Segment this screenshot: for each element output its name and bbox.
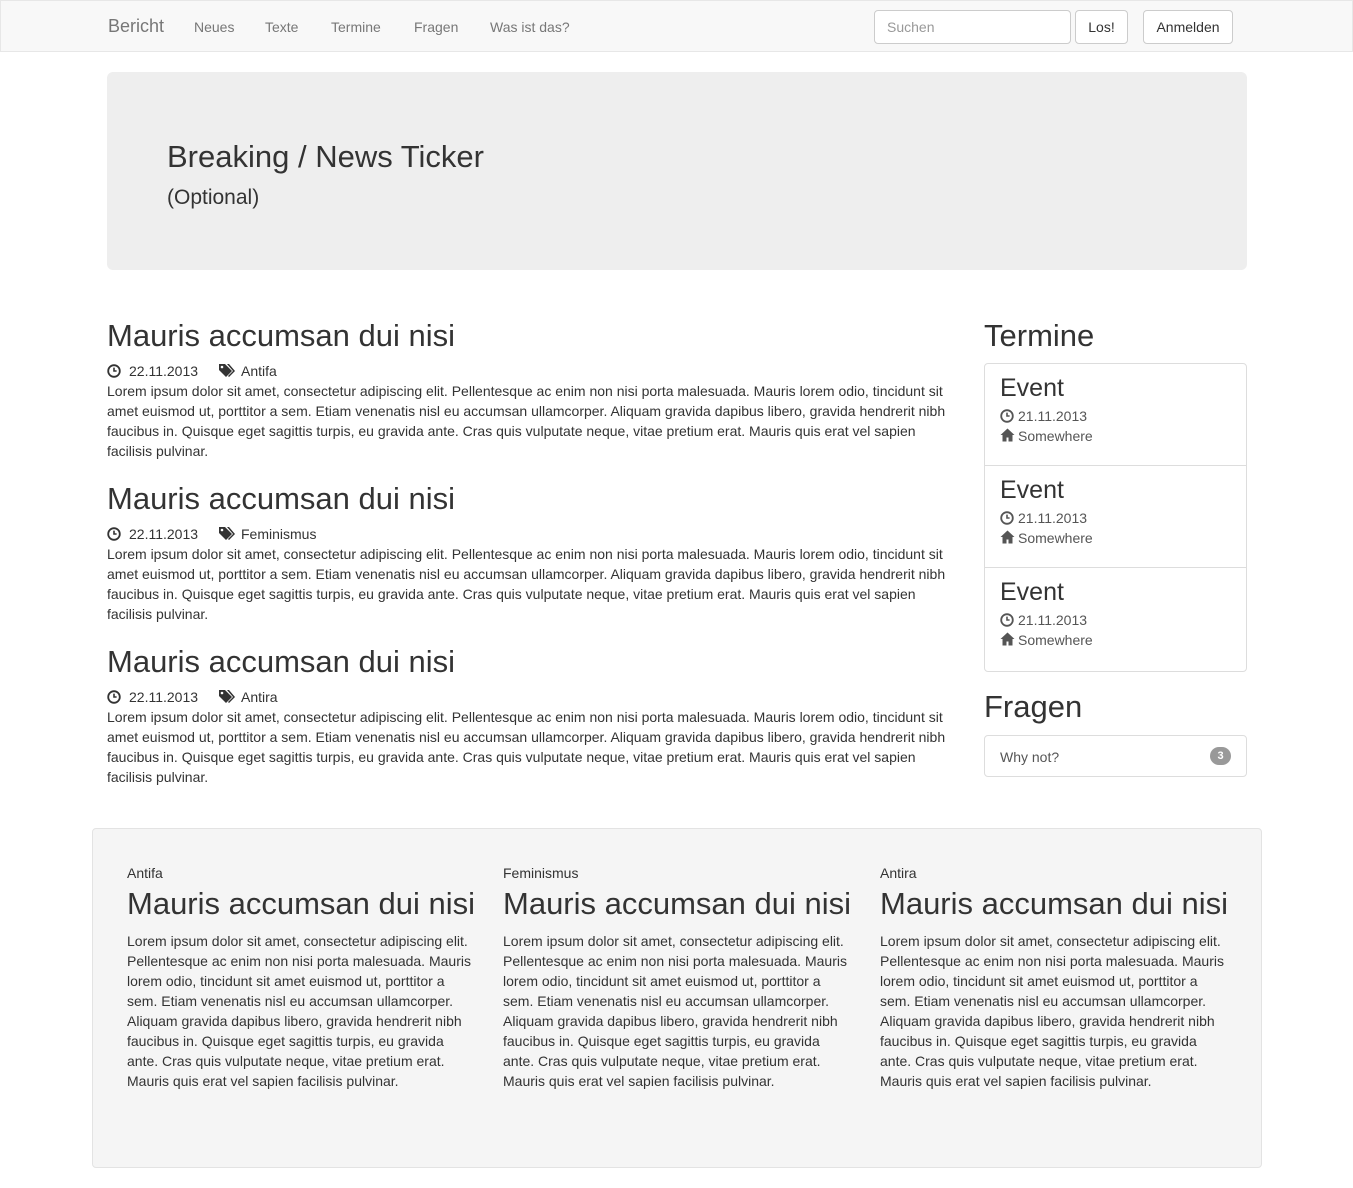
- nav-link-neues[interactable]: Neues: [194, 18, 234, 36]
- event-location: Somewhere: [1018, 632, 1093, 648]
- tags-icon: [219, 364, 235, 377]
- article-date: 22.11.2013: [129, 363, 199, 379]
- clock-icon: [1000, 613, 1014, 627]
- event-title: Event: [1000, 374, 1064, 402]
- home-icon: [1000, 428, 1015, 442]
- clock-icon: [1000, 409, 1014, 423]
- event-item[interactable]: Event 21.11.2013 Somewhere: [985, 568, 1246, 671]
- featured-body: Lorem ipsum dolor sit amet, consectetur …: [127, 933, 471, 1089]
- home-icon: [1000, 530, 1015, 544]
- featured-title[interactable]: Mauris accumsan dui nisi: [880, 885, 1228, 923]
- featured-category[interactable]: Feminismus: [503, 863, 578, 883]
- article-body: Lorem ipsum dolor sit amet, consectetur …: [107, 383, 946, 459]
- article-body: Lorem ipsum dolor sit amet, consectetur …: [107, 546, 946, 622]
- event-title: Event: [1000, 476, 1064, 504]
- article-body: Lorem ipsum dolor sit amet, consectetur …: [107, 709, 946, 785]
- question-item[interactable]: Why not? 3: [984, 735, 1247, 777]
- article-tag[interactable]: Feminismus: [241, 524, 316, 544]
- home-icon: [1000, 632, 1015, 646]
- event-location: Somewhere: [1018, 428, 1093, 444]
- brand-link[interactable]: Bericht: [108, 16, 164, 36]
- featured-title[interactable]: Mauris accumsan dui nisi: [127, 885, 475, 923]
- featured-body: Lorem ipsum dolor sit amet, consectetur …: [503, 933, 847, 1089]
- event-date: 21.11.2013: [1018, 510, 1088, 526]
- event-item[interactable]: Event 21.11.2013 Somewhere: [985, 466, 1246, 568]
- clock-icon: [1000, 511, 1014, 525]
- clock-icon: [107, 690, 121, 704]
- navbar: Bericht Neues Texte Termine Fragen Was i…: [0, 0, 1353, 52]
- article: Mauris accumsan dui nisi 22.11.2013 Femi…: [107, 481, 957, 624]
- tags-icon: [219, 527, 235, 540]
- event-item[interactable]: Event 21.11.2013 Somewhere: [985, 364, 1246, 466]
- article-date: 22.11.2013: [129, 689, 199, 705]
- article: Mauris accumsan dui nisi 22.11.2013 Anti…: [107, 318, 957, 461]
- article-tag[interactable]: Antira: [241, 687, 278, 707]
- article-title[interactable]: Mauris accumsan dui nisi: [107, 318, 957, 354]
- event-title: Event: [1000, 578, 1064, 606]
- termine-heading: Termine: [984, 318, 1095, 353]
- search-button[interactable]: Los!: [1075, 10, 1128, 44]
- news-ticker-banner: Breaking / News Ticker (Optional): [107, 72, 1247, 270]
- featured-category[interactable]: Antifa: [127, 863, 163, 883]
- fragen-heading: Fragen: [984, 689, 1083, 724]
- clock-icon: [107, 364, 121, 378]
- event-date: 21.11.2013: [1018, 408, 1088, 424]
- event-date: 21.11.2013: [1018, 612, 1088, 628]
- events-list: Event 21.11.2013 Somewhere Event 21.11.2…: [984, 363, 1247, 672]
- search-input[interactable]: [874, 10, 1071, 44]
- news-ticker-subtitle: (Optional): [167, 186, 260, 209]
- nav-link-fragen[interactable]: Fragen: [414, 18, 458, 36]
- event-location: Somewhere: [1018, 530, 1093, 546]
- question-count-badge: 3: [1210, 747, 1231, 765]
- article-meta: 22.11.2013 Antifa: [107, 361, 957, 381]
- article: Mauris accumsan dui nisi 22.11.2013 Anti…: [107, 644, 957, 787]
- featured-title[interactable]: Mauris accumsan dui nisi: [503, 885, 851, 923]
- article-title[interactable]: Mauris accumsan dui nisi: [107, 481, 957, 517]
- article-tag[interactable]: Antifa: [241, 361, 277, 381]
- featured-category[interactable]: Antira: [880, 863, 917, 883]
- nav-link-termine[interactable]: Termine: [331, 18, 381, 36]
- article-meta: 22.11.2013 Antira: [107, 687, 957, 707]
- article-date: 22.11.2013: [129, 526, 199, 542]
- featured-well: Antifa Mauris accumsan dui nisi Lorem ip…: [92, 828, 1262, 1168]
- nav-link-texte[interactable]: Texte: [265, 18, 298, 36]
- featured-body: Lorem ipsum dolor sit amet, consectetur …: [880, 933, 1224, 1089]
- tags-icon: [219, 690, 235, 703]
- news-ticker-title: Breaking / News Ticker: [167, 139, 484, 174]
- nav-link-was-ist-das[interactable]: Was ist das?: [490, 18, 570, 36]
- article-meta: 22.11.2013 Feminismus: [107, 524, 957, 544]
- login-button[interactable]: Anmelden: [1143, 10, 1233, 44]
- article-title[interactable]: Mauris accumsan dui nisi: [107, 644, 957, 680]
- question-label: Why not?: [1000, 749, 1060, 765]
- clock-icon: [107, 527, 121, 541]
